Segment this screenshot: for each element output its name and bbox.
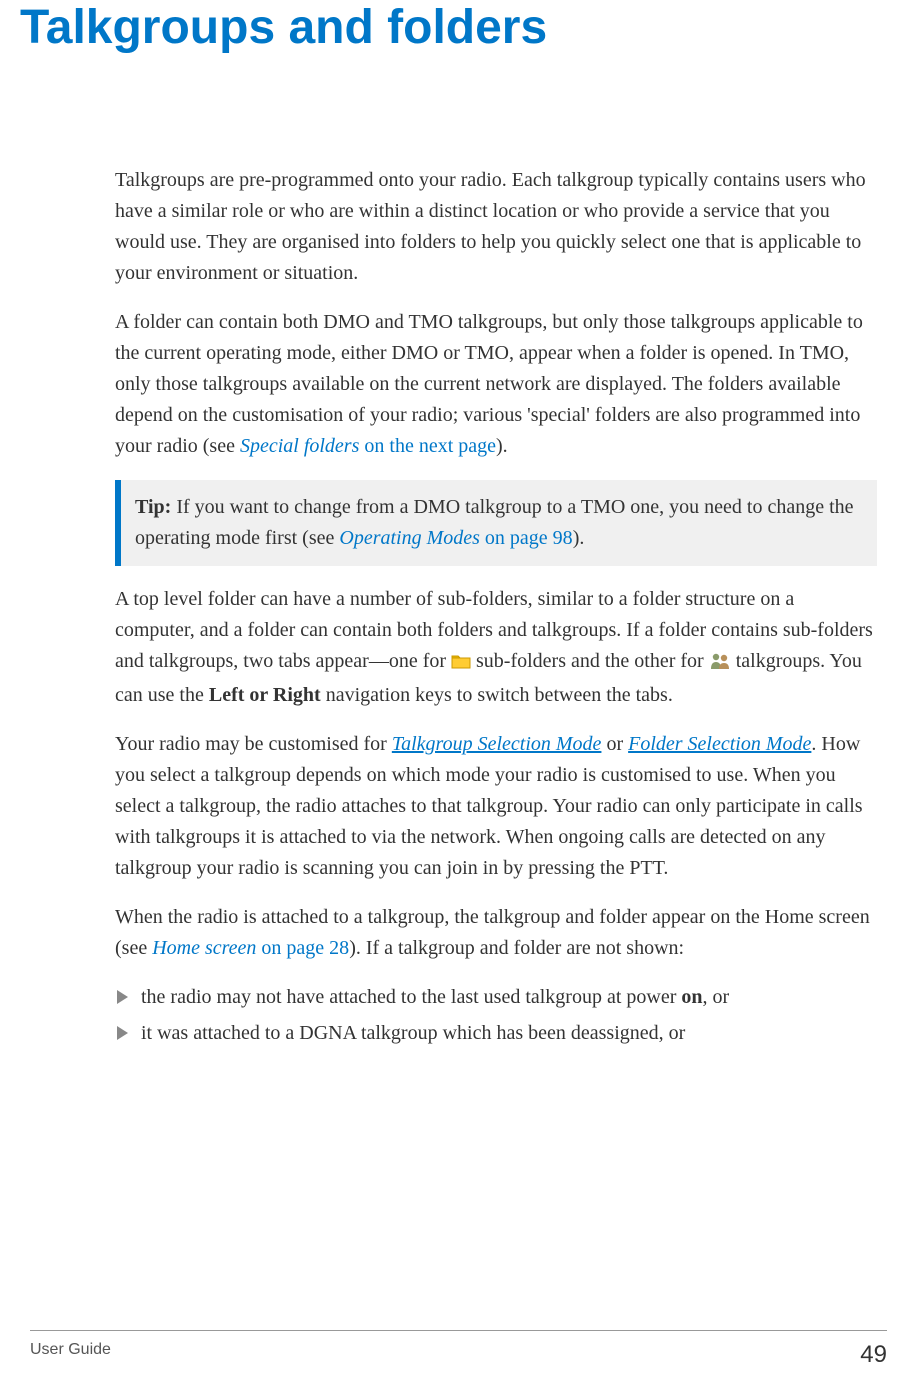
- footer-doc-title: User Guide: [30, 1341, 111, 1369]
- link-home-screen[interactable]: Home screen: [152, 937, 256, 959]
- tip-callout: Tip: If you want to change from a DMO ta…: [115, 480, 877, 566]
- link-talkgroup-selection-mode[interactable]: Talkgroup Selection Mode: [392, 733, 602, 755]
- tip-text-end: ).: [573, 527, 585, 549]
- text: , or: [703, 986, 730, 1008]
- body-content: Talkgroups are pre-programmed onto your …: [115, 165, 877, 1048]
- text: navigation keys to switch between the ta…: [321, 684, 673, 706]
- link-home-screen-page[interactable]: on page 28: [256, 937, 349, 959]
- folder-icon: [451, 648, 471, 679]
- text: ). If a talkgroup and folder are not sho…: [349, 937, 684, 959]
- link-special-folders-page[interactable]: on the next page: [359, 435, 496, 457]
- page-footer: User Guide 49: [30, 1330, 887, 1369]
- page-title: Talkgroups and folders: [20, 0, 877, 55]
- paragraph-selection-mode: Your radio may be customised for Talkgro…: [115, 729, 877, 884]
- link-folder-selection-mode[interactable]: Folder Selection Mode: [628, 733, 811, 755]
- link-operating-modes[interactable]: Operating Modes: [339, 527, 480, 549]
- talkgroup-icon: [709, 649, 731, 680]
- paragraph-folders: A folder can contain both DMO and TMO ta…: [115, 307, 877, 462]
- list-item: the radio may not have attached to the l…: [115, 982, 877, 1012]
- bold-on: on: [681, 986, 702, 1008]
- text: or: [601, 733, 628, 755]
- text: Your radio may be customised for: [115, 733, 392, 755]
- tip-label: Tip:: [135, 496, 171, 518]
- paragraph-home-screen: When the radio is attached to a talkgrou…: [115, 902, 877, 964]
- text: the radio may not have attached to the l…: [141, 986, 681, 1008]
- bullet-list: the radio may not have attached to the l…: [115, 982, 877, 1048]
- link-operating-modes-page[interactable]: on page 98: [480, 527, 573, 549]
- paragraph-subfolders: A top level folder can have a number of …: [115, 584, 877, 711]
- paragraph-intro: Talkgroups are pre-programmed onto your …: [115, 165, 877, 289]
- link-special-folders[interactable]: Special folders: [240, 435, 359, 457]
- page-number: 49: [860, 1341, 887, 1369]
- bold-left-right: Left or Right: [209, 684, 321, 706]
- text: ).: [496, 435, 508, 457]
- list-item: it was attached to a DGNA talkgroup whic…: [115, 1018, 877, 1048]
- text: sub-folders and the other for: [471, 650, 709, 672]
